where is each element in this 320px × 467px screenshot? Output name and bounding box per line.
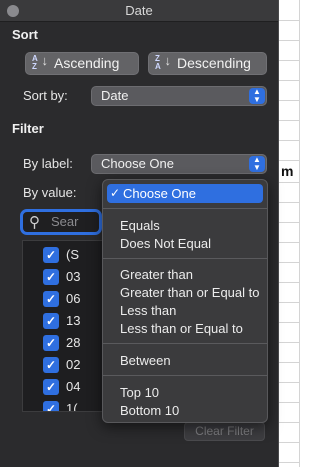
chevron-updown-icon: ▲ ▼: [249, 88, 265, 104]
menu-item-less-than[interactable]: Less than: [107, 301, 263, 320]
grid-line: [278, 20, 300, 21]
filter-heading: Filter: [12, 121, 44, 136]
grid-line: [278, 202, 300, 203]
sort-ascending-label: Ascending: [54, 55, 120, 71]
search-icon: ⚲: [29, 214, 40, 231]
grid-line: [278, 80, 300, 81]
checkbox-checked-icon[interactable]: ✓: [43, 401, 59, 411]
list-item-label: 13: [66, 313, 81, 328]
grid-line: [278, 402, 300, 403]
menu-item-bottom-10[interactable]: Bottom 10: [107, 401, 263, 420]
grid-line: [299, 0, 300, 467]
grid-line: [278, 100, 300, 101]
menu-item-greater-than-or-equal[interactable]: Greater than or Equal to: [107, 283, 263, 302]
menu-separator: [103, 258, 267, 259]
title-bar: Date: [0, 0, 278, 22]
menu-separator: [103, 208, 267, 209]
grid-line: [278, 462, 300, 463]
by-label-value: Choose One: [101, 156, 174, 171]
grid-line: [278, 222, 300, 223]
grid-line: [278, 382, 300, 383]
grid-line: [278, 242, 300, 243]
grid-line: [278, 160, 300, 161]
grid-line: [278, 182, 300, 183]
filter-value-list[interactable]: ✓ (S ✓ 03 ✓ 06 ✓ 13 ✓ 28 ✓ 02 ✓ 04 ✓ 1(: [22, 240, 112, 412]
sort-descending-button[interactable]: Z A ↓ Descending: [148, 52, 267, 75]
checkbox-checked-icon[interactable]: ✓: [43, 247, 59, 263]
grid-line: [278, 342, 300, 343]
menu-item-less-than-or-equal[interactable]: Less than or Equal to: [107, 319, 263, 338]
sort-by-select[interactable]: Date ▲ ▼: [91, 86, 267, 106]
list-item-label: 28: [66, 335, 81, 350]
grid-line: [278, 120, 300, 121]
menu-separator: [103, 375, 267, 376]
list-item-label: (S: [66, 247, 79, 262]
menu-item-does-not-equal[interactable]: Does Not Equal: [107, 234, 263, 253]
grid-line: [278, 442, 300, 443]
menu-separator: [103, 343, 267, 344]
search-field[interactable]: ⚲ Sear: [20, 209, 102, 235]
grid-line: [278, 262, 300, 263]
checkbox-checked-icon[interactable]: ✓: [43, 313, 59, 329]
menu-item-label: Choose One: [123, 186, 196, 201]
grid-line: [278, 140, 300, 141]
by-value-dropdown-menu[interactable]: ✓ Choose One Equals Does Not Equal Great…: [102, 179, 268, 423]
menu-item-between[interactable]: Between: [107, 351, 263, 370]
sort-ascending-button[interactable]: A Z ↓ Ascending: [25, 52, 139, 75]
sort-by-value: Date: [101, 88, 129, 103]
sort-descending-icon: Z A ↓: [155, 53, 171, 71]
checkbox-checked-icon[interactable]: ✓: [43, 357, 59, 373]
list-item-label: 1(: [66, 401, 78, 412]
window-title: Date: [125, 3, 153, 18]
checkbox-checked-icon[interactable]: ✓: [43, 291, 59, 307]
sort-descending-label: Descending: [177, 55, 251, 71]
close-button[interactable]: [7, 5, 19, 17]
chevron-updown-icon: ▲ ▼: [249, 156, 265, 172]
grid-line: [278, 60, 300, 61]
list-item-label: 04: [66, 379, 81, 394]
menu-item-equals[interactable]: Equals: [107, 216, 263, 235]
by-value-label: By value:: [23, 185, 77, 200]
grid-line: [278, 282, 300, 283]
grid-line: [278, 40, 300, 41]
menu-item-top-10[interactable]: Top 10: [107, 383, 263, 402]
list-item-label: 06: [66, 291, 81, 306]
sheet-cell-text: m: [281, 163, 294, 179]
checkbox-checked-icon[interactable]: ✓: [43, 379, 59, 395]
list-item-label: 02: [66, 357, 81, 372]
menu-item-choose-one[interactable]: ✓ Choose One: [107, 184, 263, 203]
sort-heading: Sort: [12, 27, 38, 42]
search-input[interactable]: Sear: [51, 214, 78, 229]
list-item-label: 03: [66, 269, 81, 284]
grid-line: [278, 422, 300, 423]
checkbox-checked-icon[interactable]: ✓: [43, 335, 59, 351]
grid-line: [278, 322, 300, 323]
clear-filter-button[interactable]: Clear Filter: [184, 422, 265, 441]
checkbox-checked-icon[interactable]: ✓: [43, 269, 59, 285]
sort-ascending-icon: A Z ↓: [32, 53, 48, 71]
checkmark-icon: ✓: [110, 186, 121, 200]
by-label-select[interactable]: Choose One ▲ ▼: [91, 154, 267, 174]
by-label-label: By label:: [23, 156, 73, 171]
grid-line: [278, 362, 300, 363]
grid-line: [278, 302, 300, 303]
sort-by-label: Sort by:: [23, 88, 68, 103]
menu-item-greater-than[interactable]: Greater than: [107, 265, 263, 284]
